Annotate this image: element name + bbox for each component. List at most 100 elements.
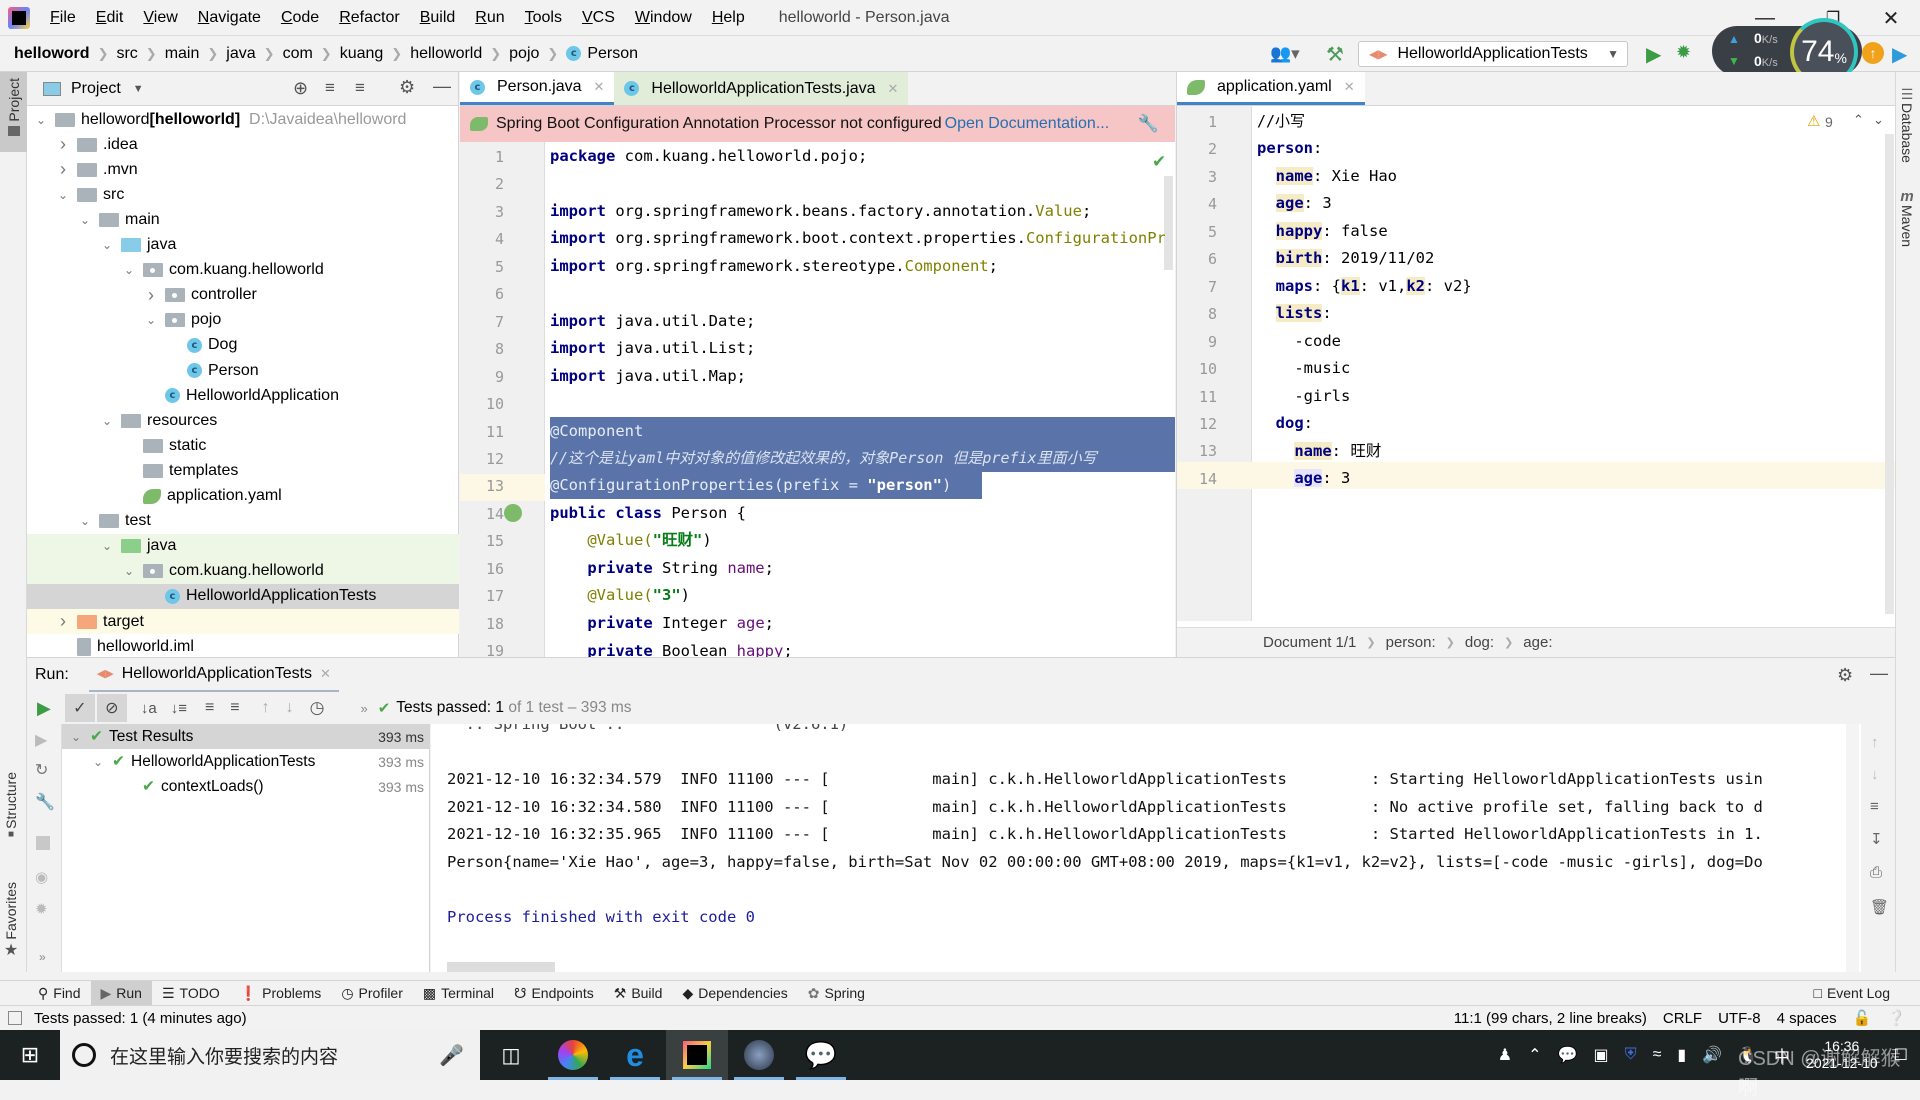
- chevron-down-icon[interactable]: ⌄: [77, 514, 93, 528]
- scroll-up-icon[interactable]: ↑: [1871, 734, 1879, 751]
- chevron-down-icon[interactable]: ⌄: [99, 539, 115, 553]
- tool-profiler[interactable]: ◷ Profiler: [331, 981, 413, 1006]
- breadcrumb-project[interactable]: helloword ❯: [14, 45, 116, 63]
- chevron-down-icon[interactable]: ▼: [133, 83, 144, 95]
- file-encoding[interactable]: UTF-8: [1718, 1010, 1761, 1027]
- menu-vcs[interactable]: VCS: [572, 9, 625, 27]
- tab-application-yaml[interactable]: application.yaml ✕: [1177, 72, 1365, 105]
- close-tab-icon[interactable]: ✕: [594, 79, 605, 95]
- tree-item[interactable]: › .mvn: [27, 157, 459, 182]
- print-icon[interactable]: ⎙: [1870, 864, 1882, 881]
- menu-file[interactable]: File: [40, 9, 86, 27]
- chevron-down-icon[interactable]: ⌄: [99, 238, 115, 252]
- tree-item[interactable]: application.yaml: [27, 484, 459, 509]
- security-tray-icon[interactable]: ▣: [1593, 1045, 1608, 1065]
- menu-help[interactable]: Help: [702, 9, 755, 27]
- camera-icon[interactable]: ◉: [35, 868, 48, 886]
- next-test-icon[interactable]: ↓: [286, 699, 294, 717]
- caret-position[interactable]: 11:1 (99 chars, 2 line breaks): [1454, 1010, 1647, 1027]
- project-tool-button[interactable]: Project: [0, 72, 27, 152]
- stop-icon[interactable]: [36, 836, 50, 850]
- tree-item[interactable]: ⌄ com.kuang.helloworld: [27, 558, 459, 584]
- warning-count[interactable]: 9: [1825, 114, 1833, 130]
- gear-icon[interactable]: ⚙: [399, 77, 415, 98]
- task-view-icon[interactable]: ◫: [480, 1030, 542, 1080]
- expand-all-icon[interactable]: ≡: [325, 78, 335, 98]
- close-tab-icon[interactable]: ✕: [320, 666, 331, 682]
- sort-alpha-icon[interactable]: ↓a: [141, 700, 157, 717]
- warning-icon[interactable]: ⚠: [1807, 112, 1820, 130]
- taskbar-intellij[interactable]: [666, 1030, 728, 1080]
- tool-problems[interactable]: ❗ Problems: [230, 981, 332, 1006]
- panel-toggle-icon[interactable]: [8, 1011, 22, 1025]
- chevron-down-icon[interactable]: ⌄: [99, 414, 115, 428]
- console-horizontal-scrollbar[interactable]: [447, 962, 555, 972]
- favorites-tool-button[interactable]: Favorites ★: [3, 882, 19, 960]
- taskbar-search-box[interactable]: 在这里输入你要搜索的内容 🎤: [60, 1030, 480, 1080]
- tree-item[interactable]: ⌄ pojo: [27, 308, 459, 333]
- collapse-all-icon[interactable]: ≡: [355, 78, 365, 98]
- structure-tool-button[interactable]: Structure ■: [3, 772, 19, 840]
- breadcrumb-java[interactable]: java ❯: [226, 45, 282, 63]
- tree-item[interactable]: templates: [27, 458, 459, 483]
- tool-todo[interactable]: ☰ TODO: [152, 981, 230, 1006]
- chevron-down-icon[interactable]: ⌄: [55, 188, 71, 202]
- menu-refactor[interactable]: Refactor: [329, 9, 409, 27]
- yaml-crumb-dog[interactable]: dog:: [1465, 634, 1494, 651]
- history-icon[interactable]: ◷: [310, 698, 325, 718]
- edge-icon[interactable]: e: [604, 1030, 666, 1080]
- build-hammer-icon[interactable]: ⚒: [1326, 42, 1344, 67]
- close-tab-icon[interactable]: ✕: [1344, 79, 1355, 95]
- rerun-failed-icon[interactable]: ▶: [35, 730, 47, 750]
- yaml-crumb-age[interactable]: age:: [1523, 634, 1552, 651]
- tool-run[interactable]: ▶ Run: [90, 980, 152, 1006]
- wrench-icon[interactable]: 🔧: [1138, 114, 1159, 134]
- taskbar-photo[interactable]: [728, 1030, 790, 1080]
- chevron-down-icon[interactable]: ⌄: [143, 313, 159, 327]
- chevron-right-icon[interactable]: ›: [143, 285, 159, 306]
- chevron-down-icon[interactable]: ⌄: [121, 263, 137, 277]
- tool-spring[interactable]: ✿ Spring: [798, 981, 875, 1006]
- chevron-right-icon[interactable]: ›: [55, 134, 71, 155]
- show-passed-toggle[interactable]: ✓: [64, 694, 95, 722]
- chevron-down-icon[interactable]: ⌄: [77, 213, 93, 227]
- maven-tool-button[interactable]: m Maven: [1899, 188, 1915, 247]
- test-row-root[interactable]: ⌄ ✔ Test Results 393 ms: [62, 724, 430, 749]
- vcs-user-icon[interactable]: 👥▾: [1270, 44, 1300, 64]
- soft-wrap-icon[interactable]: ≡: [1870, 798, 1879, 815]
- volume-icon[interactable]: 🔊: [1702, 1045, 1722, 1065]
- test-row-method[interactable]: ✔ contextLoads() 393 ms: [62, 774, 430, 799]
- tree-item[interactable]: static: [27, 433, 459, 458]
- chevron-right-icon[interactable]: ›: [55, 159, 71, 180]
- tool-endpoints[interactable]: ☋ Endpoints: [504, 981, 604, 1006]
- tool-dependencies[interactable]: ◆ Dependencies: [672, 981, 797, 1006]
- scroll-to-end-icon[interactable]: ↧: [1870, 830, 1883, 848]
- menu-window[interactable]: Window: [625, 9, 702, 27]
- breadcrumb-com[interactable]: com ❯: [283, 45, 340, 63]
- gear-icon[interactable]: ⚙: [1837, 665, 1853, 686]
- wrench-icon[interactable]: 🔧: [35, 792, 55, 812]
- scroll-down-icon[interactable]: ↓: [1871, 766, 1879, 783]
- lock-icon[interactable]: 🔓: [1853, 1009, 1872, 1027]
- breadcrumb-helloworld[interactable]: helloworld ❯: [410, 45, 509, 63]
- menu-build[interactable]: Build: [410, 9, 466, 27]
- app-icon[interactable]: ▶: [1892, 42, 1907, 67]
- shield-icon[interactable]: ⛨: [1625, 1046, 1637, 1064]
- hide-panel-icon[interactable]: —: [1870, 663, 1888, 684]
- debug-icon[interactable]: ✹: [1676, 42, 1691, 63]
- menu-view[interactable]: View: [133, 9, 187, 27]
- tree-item[interactable]: helloworld.iml: [27, 634, 459, 659]
- database-tool-button[interactable]: ☰ Database: [1899, 86, 1915, 163]
- tree-item[interactable]: › target: [27, 609, 459, 634]
- wechat-icon[interactable]: 💬: [790, 1030, 852, 1080]
- menu-tools[interactable]: Tools: [515, 9, 572, 27]
- tree-item[interactable]: ⌄ com.kuang.helloworld: [27, 258, 459, 283]
- tree-item[interactable]: c HelloworldApplicationTests: [27, 583, 459, 609]
- tree-item[interactable]: ⌄ java: [27, 533, 459, 559]
- debug-icon[interactable]: ✹: [35, 900, 48, 918]
- menu-edit[interactable]: Edit: [86, 9, 134, 27]
- more-icon[interactable]: »: [39, 950, 46, 964]
- tab-helloworld-tests[interactable]: c HelloworldApplicationTests.java ✕: [614, 72, 909, 105]
- yaml-crumb-person[interactable]: person:: [1386, 634, 1436, 651]
- wifi-icon[interactable]: ≈: [1653, 1046, 1662, 1064]
